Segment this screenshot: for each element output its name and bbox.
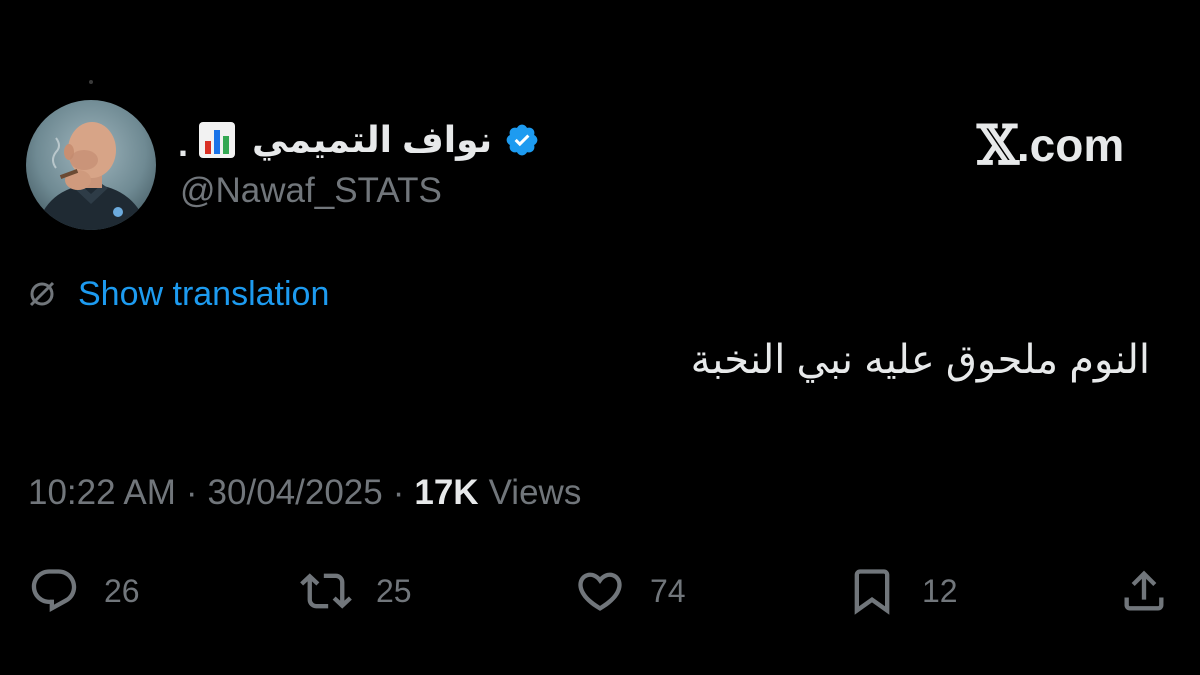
tweet-text: النوم ملحوق عليه نبي النخبة	[690, 338, 1150, 382]
avatar[interactable]	[26, 100, 156, 230]
share-button[interactable]	[1118, 565, 1170, 617]
name-suffix: .	[178, 123, 189, 164]
repost-button[interactable]: 25	[300, 565, 412, 617]
x-logo-icon: 𝕏	[977, 113, 1019, 177]
tweet-time[interactable]: 10:22 AM	[28, 472, 176, 514]
show-translation-link[interactable]: Show translation	[26, 272, 329, 316]
avatar-image	[26, 100, 156, 230]
tweet-meta: 10:22 AM · 30/04/2025 · 17K Views	[28, 472, 581, 514]
decorative-dot	[89, 80, 93, 84]
repost-count: 25	[376, 572, 412, 609]
views-count: 17K	[414, 473, 479, 512]
meta-separator: ·	[392, 473, 405, 512]
brand-domain: .com	[1016, 119, 1125, 171]
brand-watermark: 𝕏 .com	[977, 118, 1124, 172]
views-label: Views	[488, 473, 582, 512]
repost-arrows-icon	[300, 573, 352, 609]
bookmark-count: 12	[922, 572, 958, 609]
author-name-row[interactable]: . نواف التميمي	[178, 112, 540, 168]
globe-icon	[29, 281, 55, 307]
bar-chart-emoji-icon	[199, 122, 236, 158]
reply-count: 26	[104, 572, 140, 609]
share-upload-icon	[1124, 570, 1164, 611]
like-count: 74	[650, 572, 686, 609]
author-handle[interactable]: @Nawaf_STATS	[180, 170, 442, 212]
speech-bubble-icon	[31, 569, 77, 613]
show-translation-label: Show translation	[78, 274, 330, 313]
author-display-name: نواف التميمي	[252, 119, 493, 160]
tweet-screenshot: . نواف التميمي @Nawaf_STATS 𝕏 .com Show …	[0, 0, 1200, 675]
like-button[interactable]: 74	[574, 565, 686, 617]
reply-button[interactable]: 26	[28, 565, 140, 617]
verified-badge-icon	[506, 124, 538, 156]
meta-separator: ·	[185, 473, 198, 512]
bookmark-icon	[854, 569, 890, 615]
tweet-date[interactable]: 30/04/2025	[208, 472, 383, 514]
bookmark-button[interactable]: 12	[846, 565, 958, 617]
heart-icon	[578, 572, 622, 611]
